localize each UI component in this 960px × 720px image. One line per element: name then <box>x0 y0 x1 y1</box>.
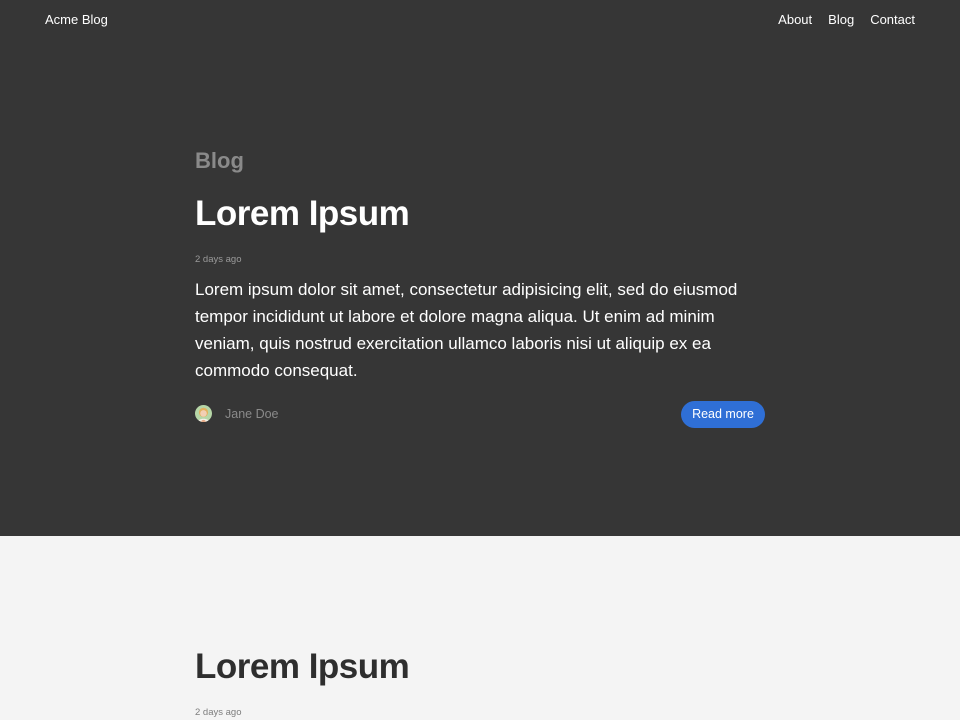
author-name[interactable]: Jane Doe <box>225 406 279 422</box>
featured-post-date: 2 days ago <box>195 254 242 265</box>
featured-post-title[interactable]: Lorem Ipsum <box>195 194 410 234</box>
section-label: Blog <box>195 148 244 173</box>
author-info: Jane Doe <box>195 405 279 422</box>
next-post-date: 2 days ago <box>195 707 242 718</box>
featured-post-excerpt: Lorem ipsum dolor sit amet, consectetur … <box>195 280 738 380</box>
nav-link-about[interactable]: About <box>778 12 812 28</box>
main-nav: About Blog Contact <box>778 12 915 28</box>
author-avatar-icon <box>195 405 212 422</box>
hero-section: Acme Blog About Blog Contact Blog Lorem … <box>0 0 960 536</box>
nav-link-contact[interactable]: Contact <box>870 12 915 28</box>
post-list-section: Lorem Ipsum 2 days ago <box>0 536 960 720</box>
read-more-button[interactable]: Read more <box>681 401 765 428</box>
nav-link-blog[interactable]: Blog <box>828 12 854 28</box>
brand-link[interactable]: Acme Blog <box>45 12 108 28</box>
next-post-title[interactable]: Lorem Ipsum <box>195 647 410 687</box>
